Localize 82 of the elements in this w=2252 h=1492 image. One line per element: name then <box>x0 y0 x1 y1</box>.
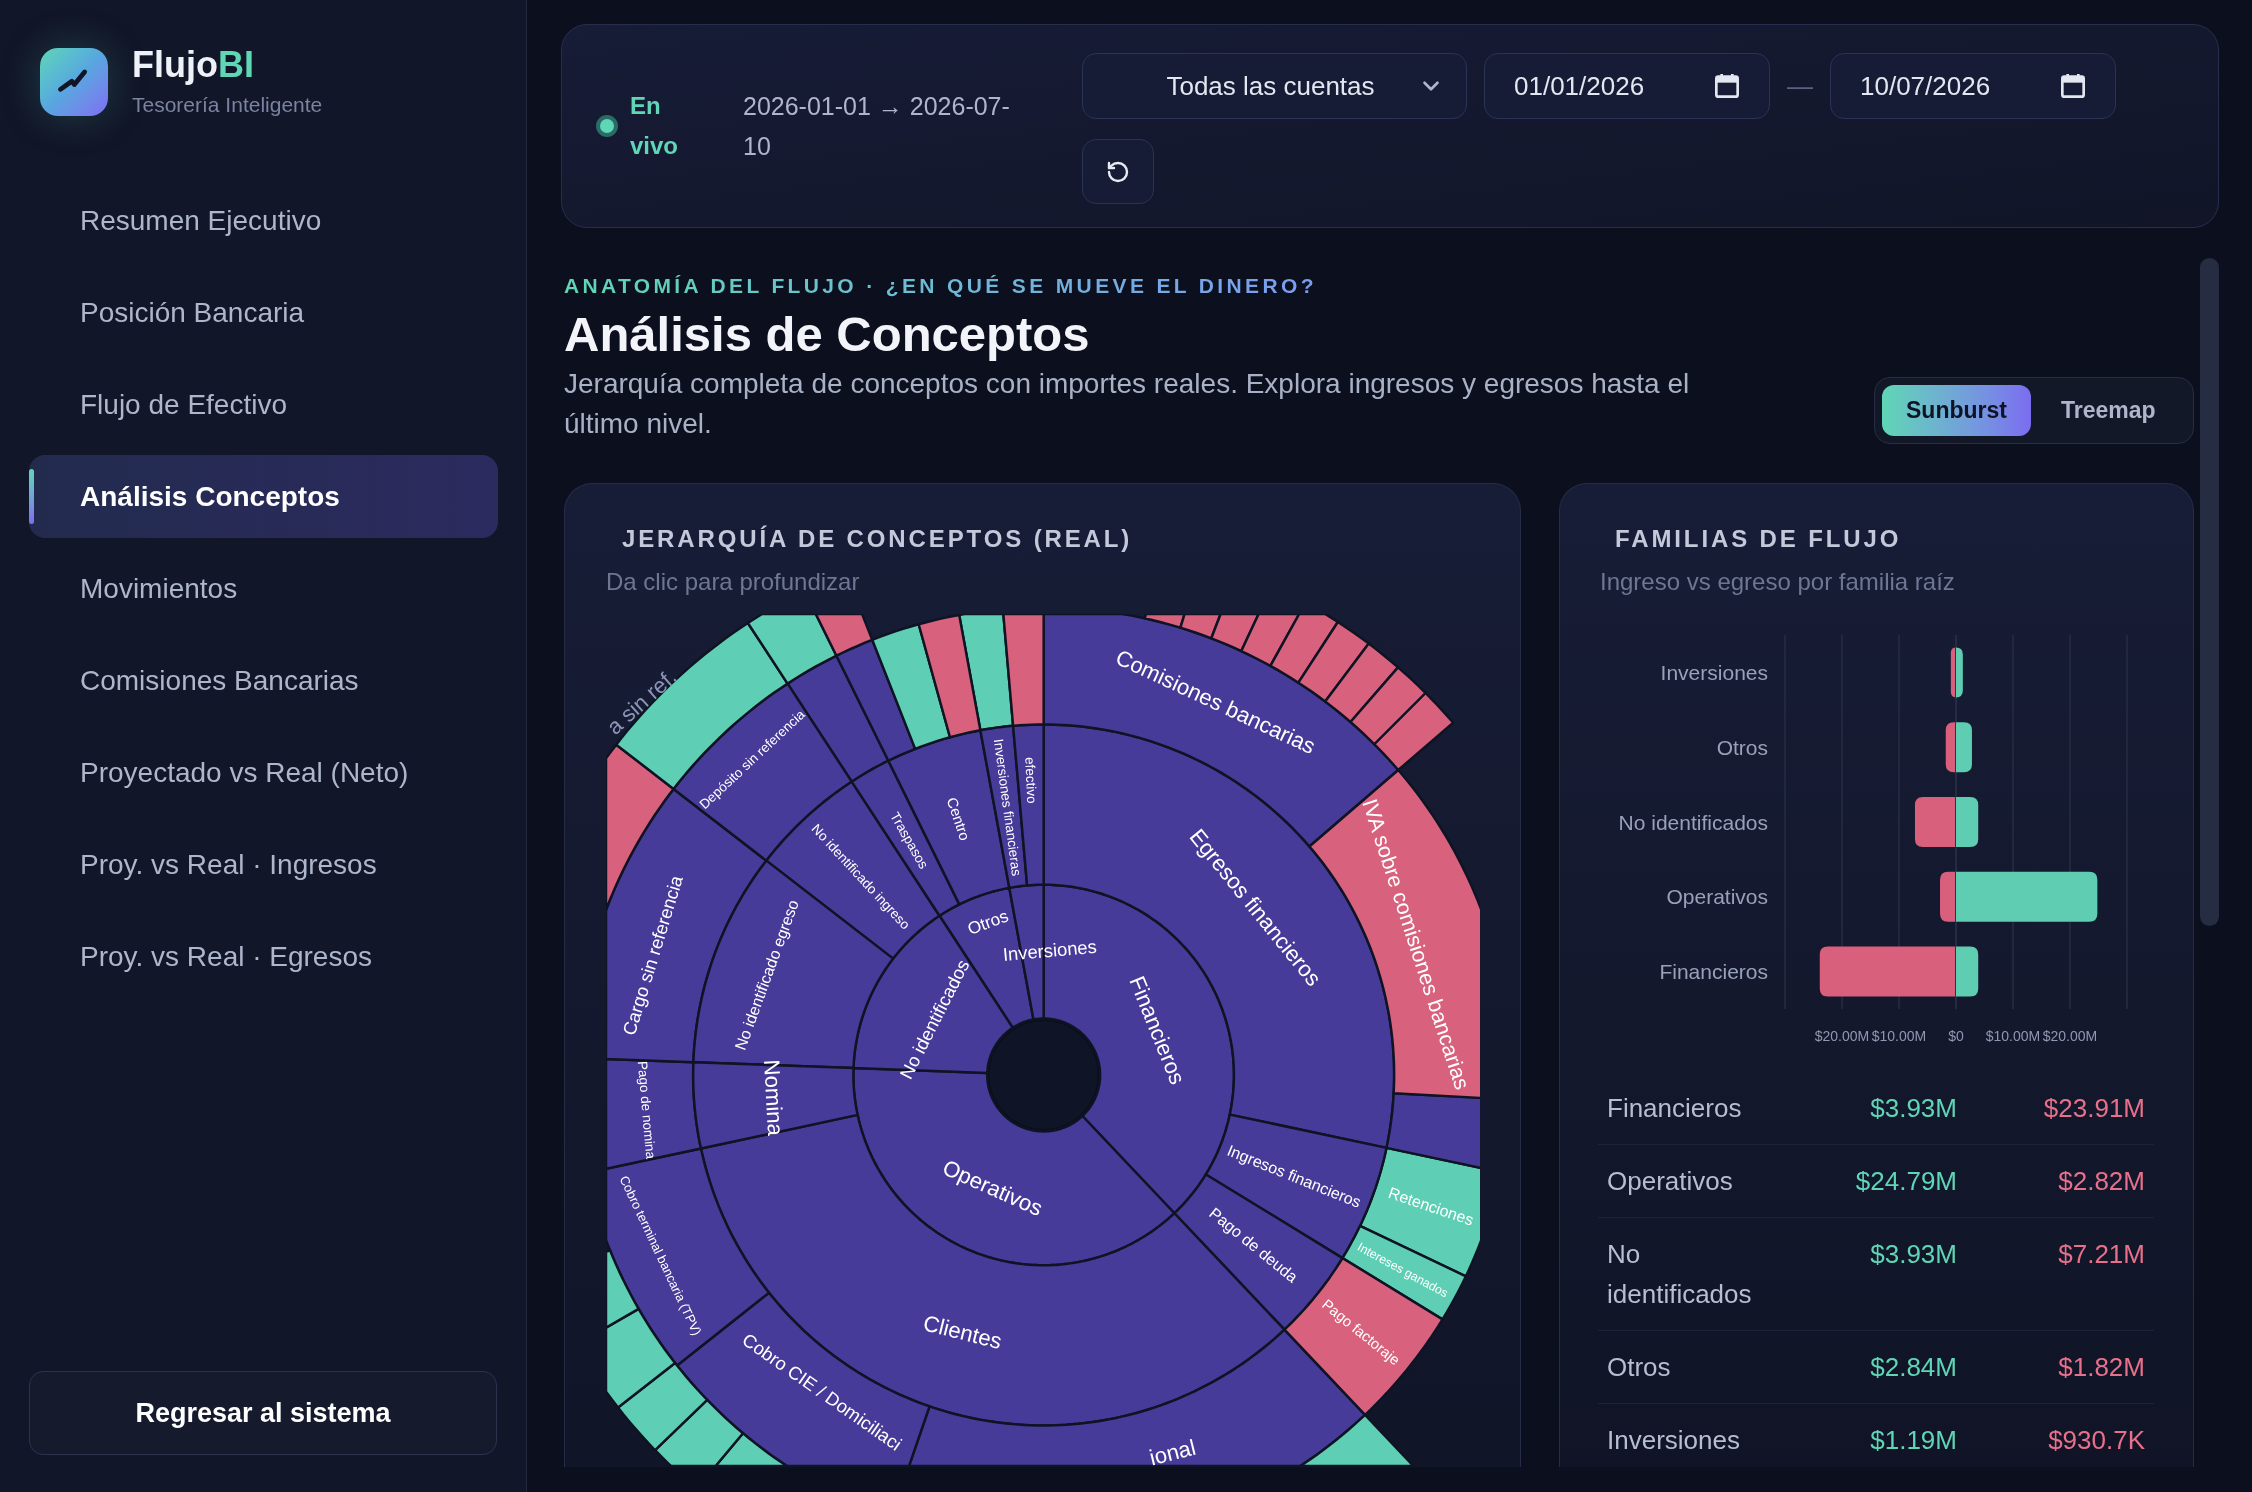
calendar-icon <box>1715 74 1739 98</box>
page-title: Análisis de Conceptos <box>564 306 1091 362</box>
view-tab[interactable]: Sunburst <box>1882 385 2031 436</box>
table-cell-text: $1.82M <box>2057 1351 2146 1384</box>
bar-segment[interactable] <box>1950 647 1956 698</box>
bar-segment[interactable] <box>1945 722 1956 773</box>
bar-segment[interactable] <box>1956 871 2098 922</box>
sunburst-segment[interactable] <box>1385 1092 1480 1170</box>
table-cell-text: No identificados <box>1606 1238 1753 1311</box>
sidebar-item[interactable]: Proyectado vs Real (Neto) <box>29 731 498 814</box>
axis-tick-label: $20.00M <box>1814 1028 1870 1044</box>
sunburst-segment[interactable] <box>1349 666 1427 746</box>
table-cell-text: Otros <box>1606 1351 1672 1384</box>
logo-icon <box>40 48 108 116</box>
table-cell-text: $3.93M <box>1869 1238 1958 1271</box>
bar-segment[interactable] <box>1956 722 1972 773</box>
sunburst-segment[interactable] <box>1323 642 1400 724</box>
date-range-text: 2026-01-01 → 2026-07-10 <box>743 91 1011 162</box>
view-tab[interactable]: Treemap <box>2036 385 2180 436</box>
page-description: Jerarquía completa de conceptos con importes reales. Explora ingresos y egresos hasta el último nivel. <box>564 367 1691 441</box>
bar-segment[interactable] <box>1940 871 1956 922</box>
table-cell-text: $24.79M <box>1854 1165 1958 1198</box>
sunburst-segment[interactable] <box>1179 614 1222 640</box>
table-cell-text: Operativos <box>1606 1165 1734 1198</box>
sidebar-item[interactable]: Flujo de Efectivo <box>29 363 498 446</box>
table-cell-text: $1.19M <box>1869 1424 1958 1457</box>
category-label: Financieros <box>1659 960 1768 984</box>
sidebar-item[interactable]: Comisiones Bancarias <box>29 639 498 722</box>
reset-button[interactable] <box>1082 139 1154 204</box>
sunburst-segment[interactable] <box>746 614 838 685</box>
date-field[interactable]: 01/01/2026 <box>1484 53 1770 119</box>
sunburst-segment[interactable] <box>917 614 982 739</box>
active-indicator <box>29 469 34 524</box>
sunburst-segment[interactable] <box>871 623 952 751</box>
account-select[interactable]: Todas las cuentas <box>1082 53 1467 119</box>
sidebar-item[interactable]: Proy. vs Real · Ingresos <box>29 823 498 906</box>
table-cell-text: Financieros <box>1606 1092 1743 1125</box>
category-label: Operativos <box>1666 885 1768 909</box>
category-label: Inversiones <box>1660 660 1768 684</box>
card-title: JERARQUÍA DE CONCEPTOS (REAL) <box>621 524 1134 554</box>
sunburst-segment[interactable]: Nomina <box>691 1059 859 1150</box>
axis-tick-label: $10.00M <box>1871 1028 1927 1044</box>
sunburst-segment[interactable] <box>814 614 874 657</box>
brand-tagline: Tesorería Inteligente <box>132 92 323 118</box>
sidebar-item[interactable]: Posición Bancaria <box>29 271 498 354</box>
table-cell-text: $3.93M <box>1869 1092 1958 1125</box>
table-cell-text: $23.91M <box>2042 1092 2146 1125</box>
axis-tick-label: $10.00M <box>1985 1028 2041 1044</box>
category-label: Otros <box>1716 735 1768 759</box>
category-label: No identificados <box>1618 810 1768 834</box>
table-cell-text: Inversiones <box>1606 1424 1741 1457</box>
sunburst-segment[interactable] <box>1240 614 1301 668</box>
sunburst-segment[interactable] <box>1210 614 1260 653</box>
table-cell-text: $2.84M <box>1869 1351 1958 1384</box>
calendar-icon <box>2061 74 2085 98</box>
scrollbar-thumb[interactable] <box>2200 258 2219 926</box>
sidebar-item[interactable]: Movimientos <box>29 547 498 630</box>
sunburst-segment[interactable] <box>1269 614 1340 684</box>
bar-segment[interactable] <box>1956 797 1979 847</box>
table-cell-text: $7.21M <box>2057 1238 2146 1271</box>
table-cell-text: $2.82M <box>2057 1165 2146 1198</box>
card-subtitle: Ingreso vs egreso por familia raíz <box>1600 567 1955 597</box>
range-separator: — <box>1787 69 1813 103</box>
bar-segment[interactable] <box>1956 946 1979 997</box>
bar-segment[interactable] <box>1956 647 1963 698</box>
bar-segment[interactable] <box>1914 797 1956 847</box>
table-cell-text: $930.7K <box>2047 1424 2146 1457</box>
circular-arrow-icon <box>1106 159 1130 184</box>
sunburst-segment[interactable] <box>1373 691 1455 772</box>
sidebar-item[interactable]: Resumen Ejecutivo <box>29 179 498 262</box>
back-to-system-button[interactable]: Regresar al sistema <box>29 1371 497 1455</box>
brand-name: FlujoBI <box>132 45 255 85</box>
sidebar-item[interactable]: Análisis Conceptos <box>29 455 498 538</box>
axis-tick-label: $20.00M <box>2042 1028 2098 1044</box>
date-field[interactable]: 10/07/2026 <box>1830 53 2116 119</box>
status-label: En vivo <box>630 91 680 161</box>
card-subtitle: Da clic para profundizar <box>606 567 860 597</box>
sunburst-segment[interactable] <box>606 1307 677 1409</box>
sidebar-item[interactable]: Proy. vs Real · Egresos <box>29 915 498 998</box>
axis-tick-label: $0 <box>1948 1028 1964 1044</box>
card-title: FAMILIAS DE FLUJO <box>1614 524 1903 554</box>
sunburst-segment[interactable] <box>835 638 917 762</box>
